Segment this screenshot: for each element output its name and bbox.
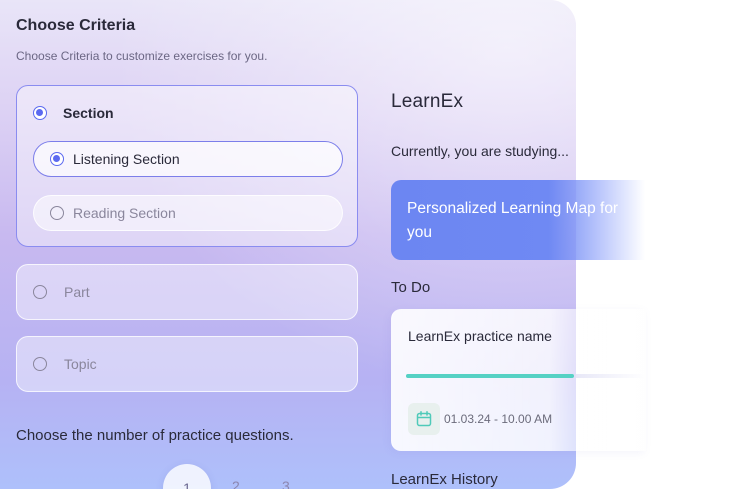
calendar-icon bbox=[408, 403, 440, 435]
section-label: Section bbox=[63, 105, 114, 121]
part-label: Part bbox=[64, 284, 90, 300]
history-title: LearnEx History bbox=[391, 471, 498, 488]
learning-map-label: Personalized Learning Map for you bbox=[407, 200, 619, 241]
section-option-header[interactable]: Section bbox=[33, 105, 114, 121]
topic-option-card[interactable]: Topic bbox=[16, 336, 358, 392]
practice-name: LearnEx practice name bbox=[408, 328, 552, 344]
question-count-heading: Choose the number of practice questions. bbox=[16, 427, 294, 444]
app-screen: Choose Criteria Choose Criteria to custo… bbox=[0, 0, 751, 489]
practice-progress-bar bbox=[406, 374, 646, 378]
question-count-option-2[interactable]: 2 bbox=[232, 478, 240, 489]
part-option-card[interactable]: Part bbox=[16, 264, 358, 320]
listening-section-label: Listening Section bbox=[73, 151, 180, 167]
reading-section-radio[interactable] bbox=[50, 206, 64, 220]
part-radio[interactable] bbox=[33, 285, 47, 299]
question-count-option-3[interactable]: 3 bbox=[282, 478, 290, 489]
reading-section-label: Reading Section bbox=[73, 205, 176, 221]
section-radio[interactable] bbox=[33, 106, 47, 120]
topic-label: Topic bbox=[64, 356, 97, 372]
listening-section-radio[interactable] bbox=[50, 152, 64, 166]
practice-progress-fill bbox=[406, 374, 574, 378]
practice-date: 01.03.24 - 10.00 AM bbox=[444, 412, 553, 426]
todo-title: To Do bbox=[391, 279, 431, 296]
listening-section-option[interactable]: Listening Section bbox=[33, 141, 343, 177]
learning-map-card[interactable]: Personalized Learning Map for you bbox=[391, 180, 645, 260]
criteria-subtitle: Choose Criteria to customize exercises f… bbox=[16, 49, 268, 63]
topic-radio[interactable] bbox=[33, 357, 47, 371]
todo-card[interactable]: LearnEx practice name 01.03.24 - 10.00 A… bbox=[391, 309, 646, 451]
reading-section-option[interactable]: Reading Section bbox=[33, 195, 343, 231]
learnex-title: LearnEx bbox=[391, 91, 464, 112]
section-option-card[interactable]: Section Listening Section Reading Sectio… bbox=[16, 85, 358, 247]
studying-label: Currently, you are studying... bbox=[391, 143, 569, 159]
criteria-title: Choose Criteria bbox=[16, 17, 136, 34]
